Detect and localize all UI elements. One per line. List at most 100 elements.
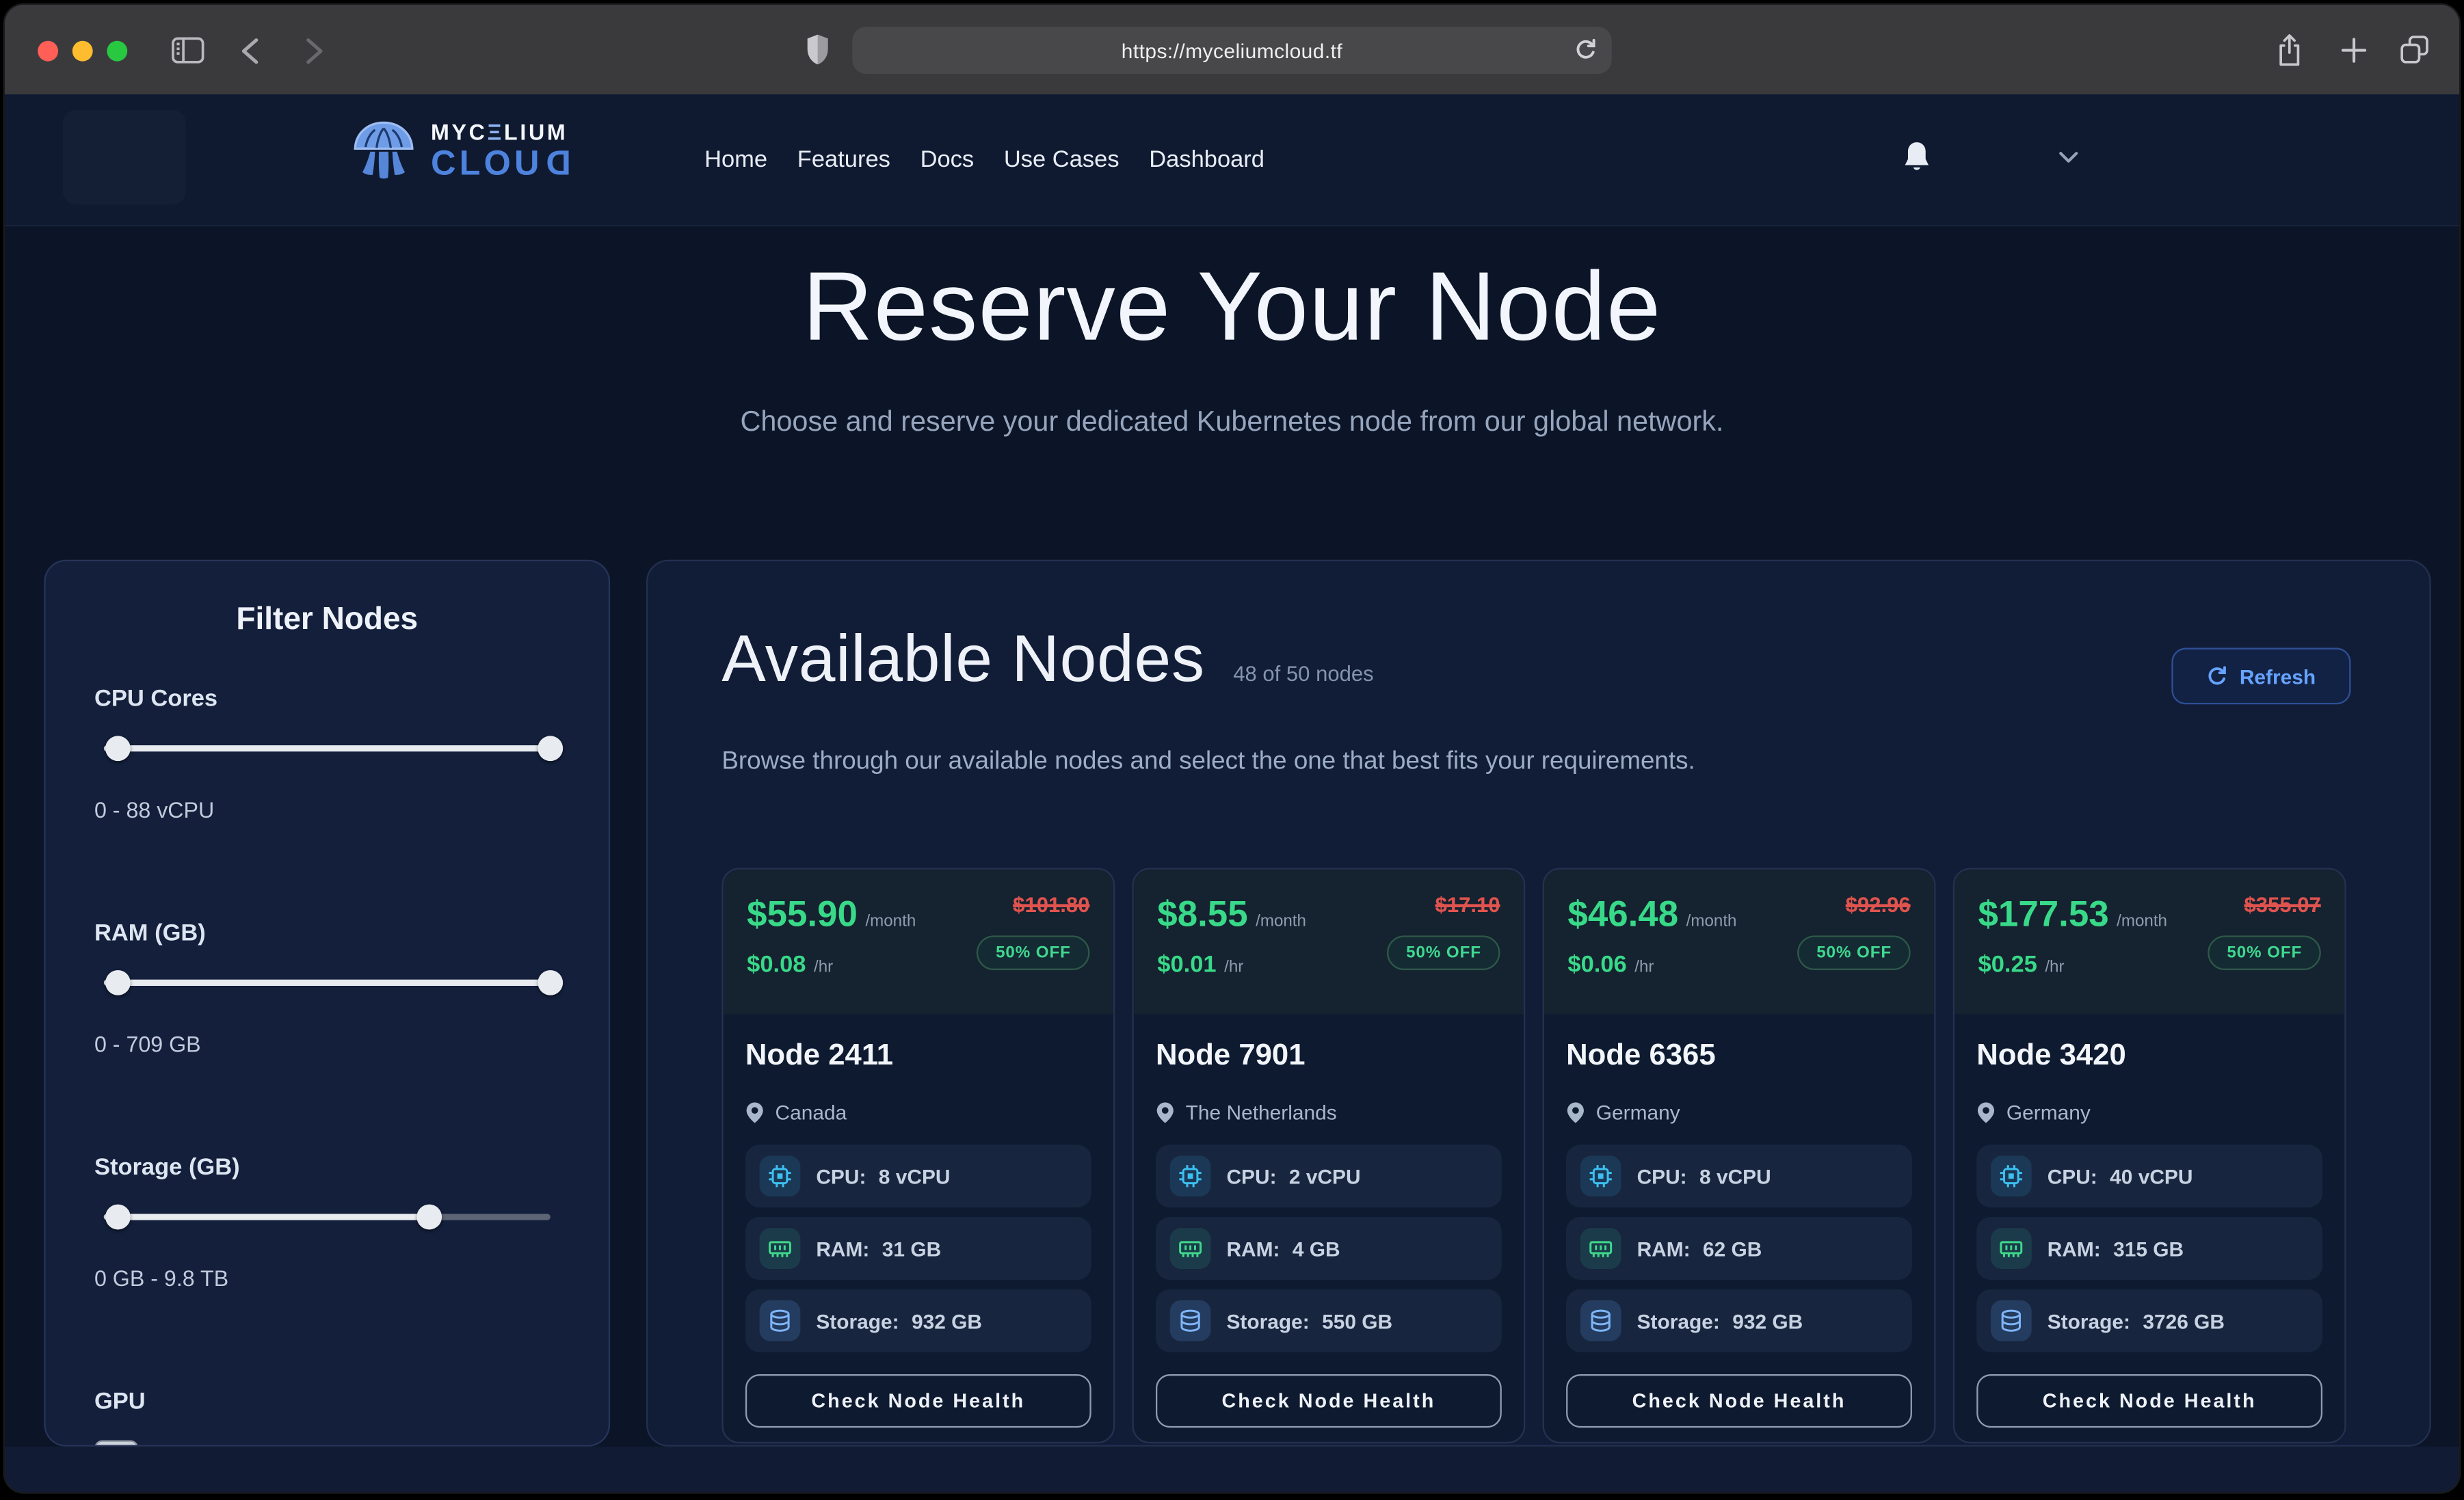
- price-header: $8.55/month $0.01/hr $17.10 50% OFF: [1134, 870, 1524, 1015]
- bottom-band: [5, 1447, 2459, 1492]
- discount-badge: 50% OFF: [1388, 935, 1500, 970]
- minimize-window-button[interactable]: [72, 41, 93, 62]
- hourly-price: $0.08: [747, 951, 806, 978]
- price-header: $55.90/month $0.08/hr $101.80 50% OFF: [724, 870, 1113, 1015]
- page-subtitle: Choose and reserve your dedicated Kubern…: [5, 405, 2459, 438]
- monthly-price: $46.48: [1567, 893, 1678, 935]
- cpu-icon: [1991, 1155, 2032, 1196]
- spec-row-cpu: CPU:2 vCPU: [1156, 1144, 1502, 1207]
- ram-icon: [1991, 1228, 2032, 1269]
- spec-row-storage: Storage:3726 GB: [1976, 1289, 2322, 1352]
- filter-label: Storage (GB): [94, 1154, 560, 1181]
- spec-row-ram: RAM:4 GB: [1156, 1217, 1502, 1280]
- slider-track[interactable]: [104, 1214, 430, 1220]
- nav-link-use-cases[interactable]: Use Cases: [1004, 146, 1120, 173]
- spec-row-ram: RAM:62 GB: [1566, 1217, 1912, 1280]
- monthly-price: $55.90: [747, 893, 858, 935]
- check-node-health-button[interactable]: Check Node Health: [1566, 1374, 1912, 1428]
- filter-label: RAM (GB): [94, 920, 560, 946]
- available-nodes-panel: Available Nodes 48 of 50 nodes Refresh B…: [646, 560, 2431, 1447]
- sidebar-toggle-icon[interactable]: [172, 36, 204, 64]
- nav-links: Home Features Docs Use Cases Dashboard: [704, 94, 1264, 225]
- slider-thumb-min[interactable]: [105, 970, 130, 995]
- refresh-icon: [2207, 665, 2229, 688]
- hourly-price: $0.25: [1978, 951, 2037, 978]
- page-content: MYCΞLIUM CLOUD Home Features Docs Use Ca…: [5, 94, 2459, 1492]
- nav-link-features[interactable]: Features: [797, 146, 890, 173]
- node-name: Node 7901: [1156, 1039, 1502, 1074]
- browser-window: https://myceliumcloud.tf: [5, 5, 2459, 1492]
- new-tab-icon[interactable]: [2342, 38, 2367, 63]
- privacy-shield-icon[interactable]: [805, 33, 830, 66]
- node-card: $46.48/month $0.06/hr $92.96 50% OFF Nod…: [1543, 868, 1936, 1443]
- ram-icon: [1580, 1228, 1621, 1269]
- close-window-button[interactable]: [38, 41, 58, 62]
- spec-row-cpu: CPU:40 vCPU: [1976, 1144, 2322, 1207]
- slider-thumb-max[interactable]: [538, 736, 563, 761]
- discount-badge: 50% OFF: [1798, 935, 1911, 970]
- zoom-window-button[interactable]: [107, 41, 127, 62]
- filter-group-ram: RAM (GB) 0 - 709 GB: [94, 920, 560, 1056]
- price-header: $46.48/month $0.06/hr $92.96 50% OFF: [1544, 870, 1934, 1015]
- navbar-artifact: [63, 110, 185, 204]
- reload-icon[interactable]: [1574, 38, 1598, 63]
- location-pin-icon: [1976, 1101, 1996, 1124]
- storage-icon: [1170, 1300, 1211, 1341]
- check-node-health-button[interactable]: Check Node Health: [1156, 1374, 1502, 1428]
- notification-bell-icon[interactable]: [1901, 140, 1933, 176]
- slider-track[interactable]: [104, 745, 551, 751]
- nav-link-home[interactable]: Home: [704, 146, 767, 173]
- slider-thumb-max[interactable]: [538, 970, 563, 995]
- cpu-icon: [760, 1155, 801, 1196]
- traffic-lights: [38, 41, 127, 62]
- hourly-price: $0.01: [1157, 951, 1216, 978]
- logo-text: MYCΞLIUM CLOUD: [431, 120, 571, 180]
- check-node-health-button[interactable]: Check Node Health: [745, 1374, 1091, 1428]
- share-icon[interactable]: [2275, 33, 2303, 68]
- gpu-checkbox[interactable]: [94, 1441, 138, 1447]
- spec-row-storage: Storage:932 GB: [1566, 1289, 1912, 1352]
- filter-group-storage: Storage (GB) 0 GB - 9.8 TB: [94, 1154, 560, 1291]
- slider-thumb-min[interactable]: [105, 736, 130, 761]
- gpu-label: GPU: [94, 1389, 560, 1415]
- old-price: $92.96: [1846, 893, 1911, 916]
- node-name: Node 3420: [1976, 1039, 2322, 1074]
- slider-track[interactable]: [104, 980, 551, 986]
- refresh-button[interactable]: Refresh: [2171, 648, 2350, 705]
- site-logo[interactable]: MYCΞLIUM CLOUD: [349, 118, 571, 182]
- storage-icon: [1580, 1300, 1621, 1341]
- nav-link-dashboard[interactable]: Dashboard: [1149, 146, 1264, 173]
- location-pin-icon: [1156, 1101, 1175, 1124]
- tab-overview-icon[interactable]: [2400, 35, 2430, 65]
- page-title: Reserve Your Node: [5, 252, 2459, 363]
- node-name: Node 6365: [1566, 1039, 1912, 1074]
- node-location: Germany: [1596, 1101, 1680, 1124]
- filter-group-gpu: GPU: [94, 1389, 560, 1447]
- ram-range-slider[interactable]: [104, 969, 551, 997]
- node-card: $8.55/month $0.01/hr $17.10 50% OFF Node…: [1132, 868, 1525, 1443]
- url-text: https://myceliumcloud.tf: [1122, 38, 1342, 62]
- address-bar[interactable]: https://myceliumcloud.tf: [852, 27, 1612, 74]
- check-node-health-button[interactable]: Check Node Health: [1976, 1374, 2322, 1428]
- ram-icon: [760, 1228, 801, 1269]
- user-menu-chevron-down-icon[interactable]: [2058, 151, 2079, 163]
- navbar: MYCΞLIUM CLOUD Home Features Docs Use Ca…: [5, 94, 2459, 226]
- slider-thumb-min[interactable]: [105, 1205, 130, 1230]
- slider-thumb-max[interactable]: [417, 1205, 442, 1230]
- price-header: $177.53/month $0.25/hr $355.07 50% OFF: [1955, 870, 2344, 1015]
- filter-range-text: 0 GB - 9.8 TB: [94, 1265, 560, 1291]
- filter-panel: Filter Nodes CPU Cores 0 - 88 vCPU RAM (…: [44, 560, 610, 1447]
- cpu-range-slider[interactable]: [104, 734, 551, 762]
- spec-row-ram: RAM:31 GB: [745, 1217, 1091, 1280]
- forward-icon[interactable]: [305, 38, 324, 64]
- mushroom-logo-icon: [349, 118, 418, 182]
- node-name: Node 2411: [745, 1039, 1091, 1074]
- storage-range-slider[interactable]: [104, 1203, 551, 1231]
- nav-link-docs[interactable]: Docs: [920, 146, 975, 173]
- spec-row-cpu: CPU:8 vCPU: [745, 1144, 1091, 1207]
- location-pin-icon: [745, 1101, 765, 1124]
- filter-group-cpu: CPU Cores 0 - 88 vCPU: [94, 686, 560, 822]
- back-icon[interactable]: [241, 38, 260, 64]
- spec-row-cpu: CPU:8 vCPU: [1566, 1144, 1912, 1207]
- filter-range-text: 0 - 709 GB: [94, 1032, 560, 1057]
